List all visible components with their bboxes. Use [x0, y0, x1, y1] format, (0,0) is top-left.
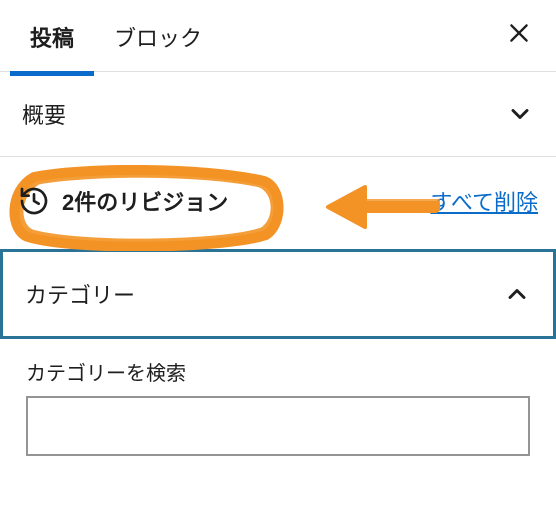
category-search-label: カテゴリーを検索 [0, 339, 556, 396]
panel-summary[interactable]: 概要 [0, 72, 556, 157]
history-icon [18, 185, 50, 217]
tab-post[interactable]: 投稿 [10, 0, 94, 75]
revisions-button[interactable]: 2件のリビジョン [18, 185, 228, 217]
panel-categories[interactable]: カテゴリー [0, 249, 556, 339]
tab-block[interactable]: ブロック [94, 0, 222, 75]
chevron-down-icon [506, 100, 534, 128]
category-search-input[interactable] [26, 396, 530, 456]
panel-summary-title: 概要 [22, 98, 66, 130]
sidebar-tabs: 投稿 ブロック [0, 0, 556, 72]
close-icon[interactable] [492, 10, 546, 62]
revisions-label: 2件のリビジョン [62, 185, 228, 217]
chevron-up-icon [503, 280, 531, 308]
annotation-arrow [320, 181, 440, 233]
revisions-row: 2件のリビジョン すべて削除 [0, 157, 556, 245]
delete-all-link[interactable]: すべて削除 [430, 185, 538, 217]
panel-categories-title: カテゴリー [25, 278, 135, 310]
